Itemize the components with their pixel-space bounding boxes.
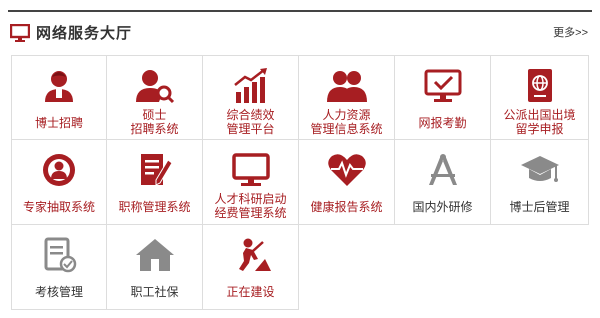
tile-label: 职工社保	[130, 285, 179, 299]
tile-health-report[interactable]: 健康报告系统	[299, 140, 395, 225]
tile-label: 博士招聘	[34, 116, 83, 130]
tile-attendance[interactable]: 网报考勤	[395, 55, 491, 140]
tile-study-abroad[interactable]: 公派出国出境 留学申报	[491, 55, 589, 140]
tile-label: 健康报告系统	[310, 200, 383, 214]
tile-social-security[interactable]: 职工社保	[107, 225, 203, 310]
tile-label: 职称管理系统	[118, 200, 191, 214]
heart-pulse-icon	[327, 154, 366, 186]
tile-title-management[interactable]: 职称管理系统	[107, 140, 203, 225]
tile-master-recruitment[interactable]: 硕士 招聘系统	[107, 55, 203, 140]
tile-label: 网报考勤	[418, 116, 467, 130]
tile-label: 公派出国出境 留学申报	[503, 108, 576, 136]
tile-label: 正在建设	[226, 285, 275, 299]
compass-drawing-icon	[428, 154, 457, 185]
tile-label: 考核管理	[34, 285, 83, 299]
house-icon	[135, 239, 174, 271]
tile-expert-selection[interactable]: 专家抽取系统	[11, 140, 107, 225]
tile-label: 专家抽取系统	[22, 200, 95, 214]
section-title: 网络服务大厅	[36, 25, 133, 42]
tile-label: 博士后管理	[509, 200, 570, 214]
tile-research-funding[interactable]: 人才科研启动 经费管理系统	[203, 140, 299, 225]
monitor-check-icon	[424, 69, 461, 102]
tile-hr-system[interactable]: 人力资源 管理信息系统	[299, 55, 395, 140]
section-header: 网络服务大厅 更多>>	[8, 10, 592, 48]
monitor-logo-icon	[10, 24, 30, 42]
expert-person-icon	[43, 154, 75, 186]
document-pen-icon	[140, 154, 173, 186]
passport-icon	[527, 69, 552, 102]
checklist-doc-icon	[44, 237, 77, 273]
tile-label: 人力资源 管理信息系统	[310, 108, 383, 136]
tile-domestic-foreign-study[interactable]: 国内外研修	[395, 140, 491, 225]
tile-under-construction[interactable]: 正在建设	[203, 225, 299, 310]
graduation-cap-icon	[520, 156, 559, 182]
bar-chart-growth-icon	[233, 68, 267, 103]
service-grid: 博士招聘 硕士 招聘系统 综合绩效 管理平台 人力资源 管理信息系统 网报考勤 …	[11, 55, 589, 312]
construction-worker-icon	[238, 238, 271, 271]
tile-doctor-recruitment[interactable]: 博士招聘	[11, 55, 107, 140]
doctor-person-icon	[45, 71, 73, 102]
group-people-icon	[326, 71, 367, 102]
tile-label: 国内外研修	[412, 200, 473, 214]
tile-label: 硕士 招聘系统	[130, 108, 179, 136]
tile-performance-platform[interactable]: 综合绩效 管理平台	[203, 55, 299, 140]
tile-postdoc-management[interactable]: 博士后管理	[491, 140, 589, 225]
more-link[interactable]: 更多>>	[553, 24, 588, 40]
tile-label: 综合绩效 管理平台	[226, 108, 275, 136]
monitor-icon	[231, 153, 270, 186]
person-search-icon	[135, 70, 174, 104]
tile-assessment[interactable]: 考核管理	[11, 225, 107, 310]
tile-label: 人才科研启动 经费管理系统	[214, 192, 287, 220]
